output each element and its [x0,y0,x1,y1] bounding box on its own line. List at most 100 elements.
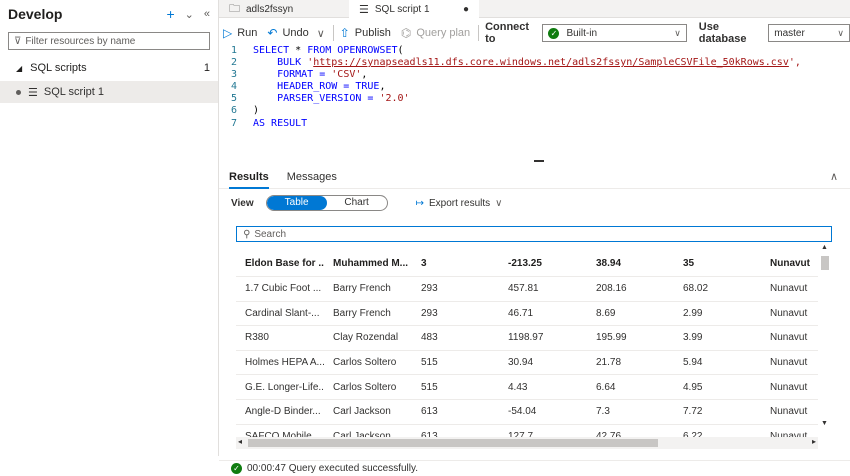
undo-dropdown-chevron-icon[interactable]: ∨ [317,27,325,40]
table-cell: 613 [421,406,438,418]
code-line[interactable]: 4 HEADER_ROW = TRUE, [219,81,850,93]
scroll-up-icon[interactable]: ▲ [821,244,828,251]
table-row[interactable]: Cardinal Slant-... Barry French 293 46.71 8.… [236,302,818,327]
table-cell: 293 [421,307,438,319]
table-cell: 2.99 [683,307,703,319]
collapse-panel-icon[interactable]: « [204,8,210,20]
code-token: BULK [253,57,308,69]
code-token: FORMAT = [253,69,332,81]
export-label: Export results [429,197,491,209]
unsaved-indicator-icon: ● [462,3,469,15]
sql-scripts-count: 1 [203,62,210,74]
table-cell: 195.99 [596,332,627,344]
use-database-value: master [774,27,805,39]
column-header: -213.25 [508,257,542,269]
connect-to-value: Built-in [566,27,598,39]
develop-title: Develop [8,6,63,22]
table-cell: 5.94 [683,357,703,369]
search-placeholder: Search [254,228,287,240]
undo-button[interactable]: ↶ Undo ∨ [267,26,324,40]
tab-results[interactable]: Results [229,165,269,189]
play-icon: ▷ [223,26,233,40]
vertical-scrollbar[interactable]: ▲ ▼ [818,244,832,437]
code-line[interactable]: 6) [219,105,850,117]
tab-sql-script-1[interactable]: ☰ SQL script 1 ● [349,0,479,18]
scroll-left-icon[interactable]: ◂ [238,437,242,446]
run-label: Run [237,27,258,39]
chevron-down-icon: ∨ [837,27,844,38]
add-resource-icon[interactable]: + [166,6,174,22]
table-cell: 1.7 Cubic Foot ... [245,283,322,295]
table-row[interactable]: R380 Clay Rozendal 483 1198.97 195.99 3.99 Nun… [236,326,818,351]
line-number: 3 [230,69,237,81]
publish-icon: ⇧ [339,26,350,40]
table-cell: 515 [421,381,438,393]
filter-icon: ⊽ [14,35,22,47]
table-row[interactable]: SAFCO Mobile ... Carl Jackson 613 127.7 42.7… [236,425,818,437]
collapse-all-icon[interactable]: ⌄ [185,8,194,21]
develop-header: Develop + ⌄ « [0,0,218,28]
sql-scripts-group[interactable]: ◢ SQL scripts 1 [0,58,218,78]
divider [332,25,334,41]
horizontal-scrollbar[interactable]: ◂ ▸ [236,437,818,449]
table-row[interactable]: Holmes HEPA A... Carlos Soltero 515 30.94 21… [236,351,818,376]
code-token: https://synapseadls11.dfs.core.windows.n… [313,57,789,69]
pane-splitter-handle[interactable] [534,160,544,162]
sql-script-icon: ☰ [359,3,369,16]
table-header-row[interactable]: Eldon Base for ... Muhammed M... 3 -213.25 3… [236,250,818,277]
table-cell: Nunavut [770,283,808,295]
search-icon: ⚲ [243,228,251,240]
line-number: 4 [230,81,237,93]
line-number: 7 [230,117,237,129]
table-cell: Carlos Soltero [333,381,397,393]
undo-icon: ↶ [267,26,278,40]
publish-button[interactable]: ⇧ Publish [340,26,391,40]
code-line[interactable]: 3 FORMAT = 'CSV', [219,69,850,81]
publish-label: Publish [354,27,391,39]
tree-item-sql-script-1[interactable]: ☰ SQL script 1 [0,81,218,103]
scrollbar-thumb[interactable] [248,439,658,447]
table-row[interactable]: 1.7 Cubic Foot ... Barry French 293 457.81 2… [236,277,818,302]
code-line[interactable]: 7 AS RESULT [219,118,850,130]
table-row[interactable]: Angle-D Binder... Carl Jackson 613 -54.04 7.… [236,400,818,425]
table-cell: Carl Jackson [333,406,391,418]
scroll-down-icon[interactable]: ▼ [821,420,828,427]
run-button[interactable]: ▷ Run [223,26,257,40]
results-search-input[interactable]: ⚲ Search [236,226,832,242]
view-chart-button[interactable]: Chart [327,196,387,210]
export-results-button[interactable]: ↦ Export results ∨ [416,198,503,209]
use-database-label: Use database [698,21,747,45]
scroll-right-icon[interactable]: ▸ [812,437,816,446]
column-header: Muhammed M... [333,257,409,269]
code-line[interactable]: 5 PARSER_VERSION = '2.0' [219,93,850,105]
results-grid: Eldon Base for ... Muhammed M... 3 -213.25 3… [236,250,818,437]
tab-adls2fssyn[interactable]: 🗀 adls2fssyn [219,0,349,18]
tab-messages[interactable]: Messages [287,165,337,189]
column-header: Nunavut [770,257,810,269]
connect-to-label: Connect to [485,21,530,45]
connected-check-icon: ✓ [548,27,560,39]
table-cell: 483 [421,332,438,344]
view-table-button[interactable]: Table [266,196,327,210]
code-token: TRUE [355,81,380,93]
scrollbar-thumb[interactable] [821,256,829,270]
bullet-icon [16,89,21,95]
code-line[interactable]: 2 BULK ' https://synapseadls11.dfs.core.w… [219,57,850,69]
table-row[interactable]: G.E. Longer-Life... Carlos Soltero 515 4.43… [236,375,818,400]
status-text: 00:00:47 Query executed successfully. [247,463,419,474]
connect-to-select[interactable]: ✓ Built-in ∨ [542,24,687,42]
export-arrow-icon: ↦ [415,197,424,209]
query-plan-button[interactable]: ⌬ Query plan [401,26,470,40]
table-cell: Nunavut [770,307,808,319]
collapse-results-icon[interactable]: ∧ [830,170,838,183]
use-database-select[interactable]: master ∨ [768,24,850,42]
table-cell: 293 [421,283,438,295]
table-cell: Barry French [333,307,391,319]
table-cell: -54.04 [508,406,537,418]
table-cell: Nunavut [770,357,808,369]
sql-editor[interactable]: 1 SELECT * FROM OPENROWSET(2 BULK ' https:… [219,45,850,155]
code-line[interactable]: 1 SELECT * FROM OPENROWSET( [219,45,850,57]
filter-input[interactable]: ⊽ Filter resources by name [8,32,210,50]
view-label: View [231,197,254,209]
chevron-down-icon: ∨ [674,27,681,38]
